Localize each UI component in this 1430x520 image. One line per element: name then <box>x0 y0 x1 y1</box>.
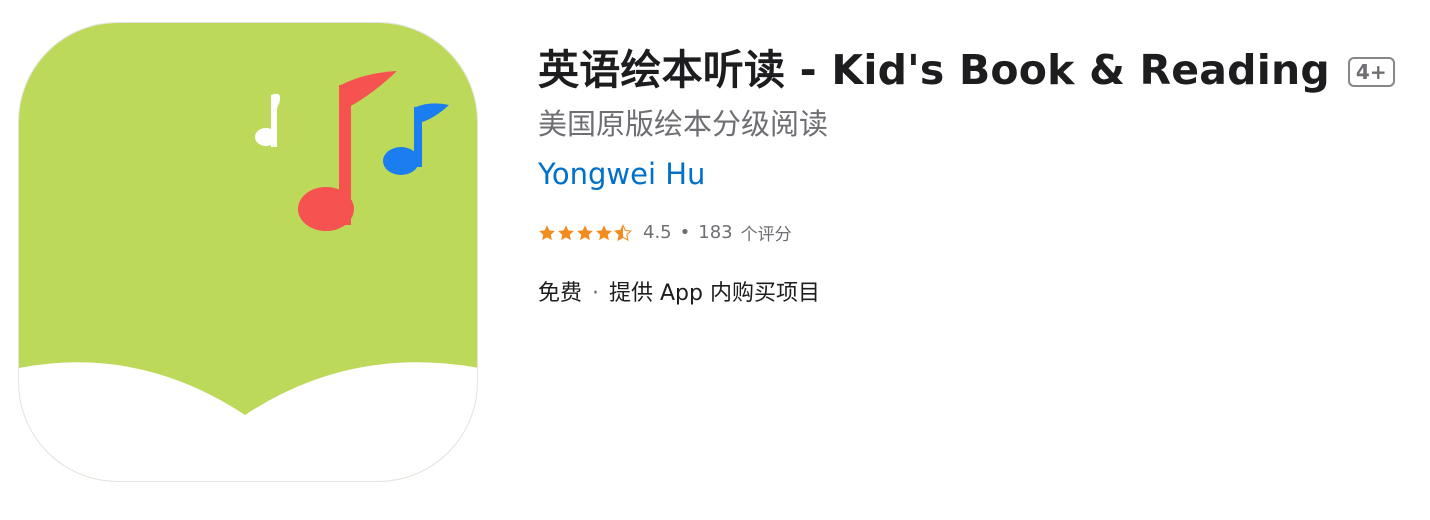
rating-row: 4.5 • 183 个评分 <box>538 220 1418 245</box>
star-icon <box>577 224 593 240</box>
star-icon <box>539 224 555 240</box>
price-label: 免费 <box>538 281 583 306</box>
app-icon <box>18 22 478 482</box>
title-row: 英语绘本听读 - Kid's Book & Reading 4+ <box>538 42 1418 98</box>
rating-value: 4.5 <box>643 222 672 243</box>
app-info: 英语绘本听读 - Kid's Book & Reading 4+ 美国原版绘本分… <box>538 42 1418 309</box>
star-icon <box>596 224 612 240</box>
price-separator: · <box>592 281 600 306</box>
app-subtitle: 美国原版绘本分级阅读 <box>538 107 829 141</box>
rating-count-unit: 个评分 <box>740 225 792 245</box>
star-icon <box>558 224 574 240</box>
music-notes-book-icon <box>19 23 477 481</box>
half-star-icon <box>614 223 632 241</box>
rating-count: 183 <box>698 222 733 243</box>
in-app-purchase-label: 提供 App 内购买项目 <box>609 281 820 306</box>
rating-separator: • <box>679 222 691 243</box>
app-title: 英语绘本听读 - Kid's Book & Reading <box>538 46 1330 94</box>
developer-link[interactable]: Yongwei Hu <box>538 154 705 194</box>
star-rating <box>538 223 633 242</box>
age-rating-badge: 4+ <box>1347 57 1395 87</box>
price-row: 免费 · 提供 App 内购买项目 <box>538 279 1418 309</box>
